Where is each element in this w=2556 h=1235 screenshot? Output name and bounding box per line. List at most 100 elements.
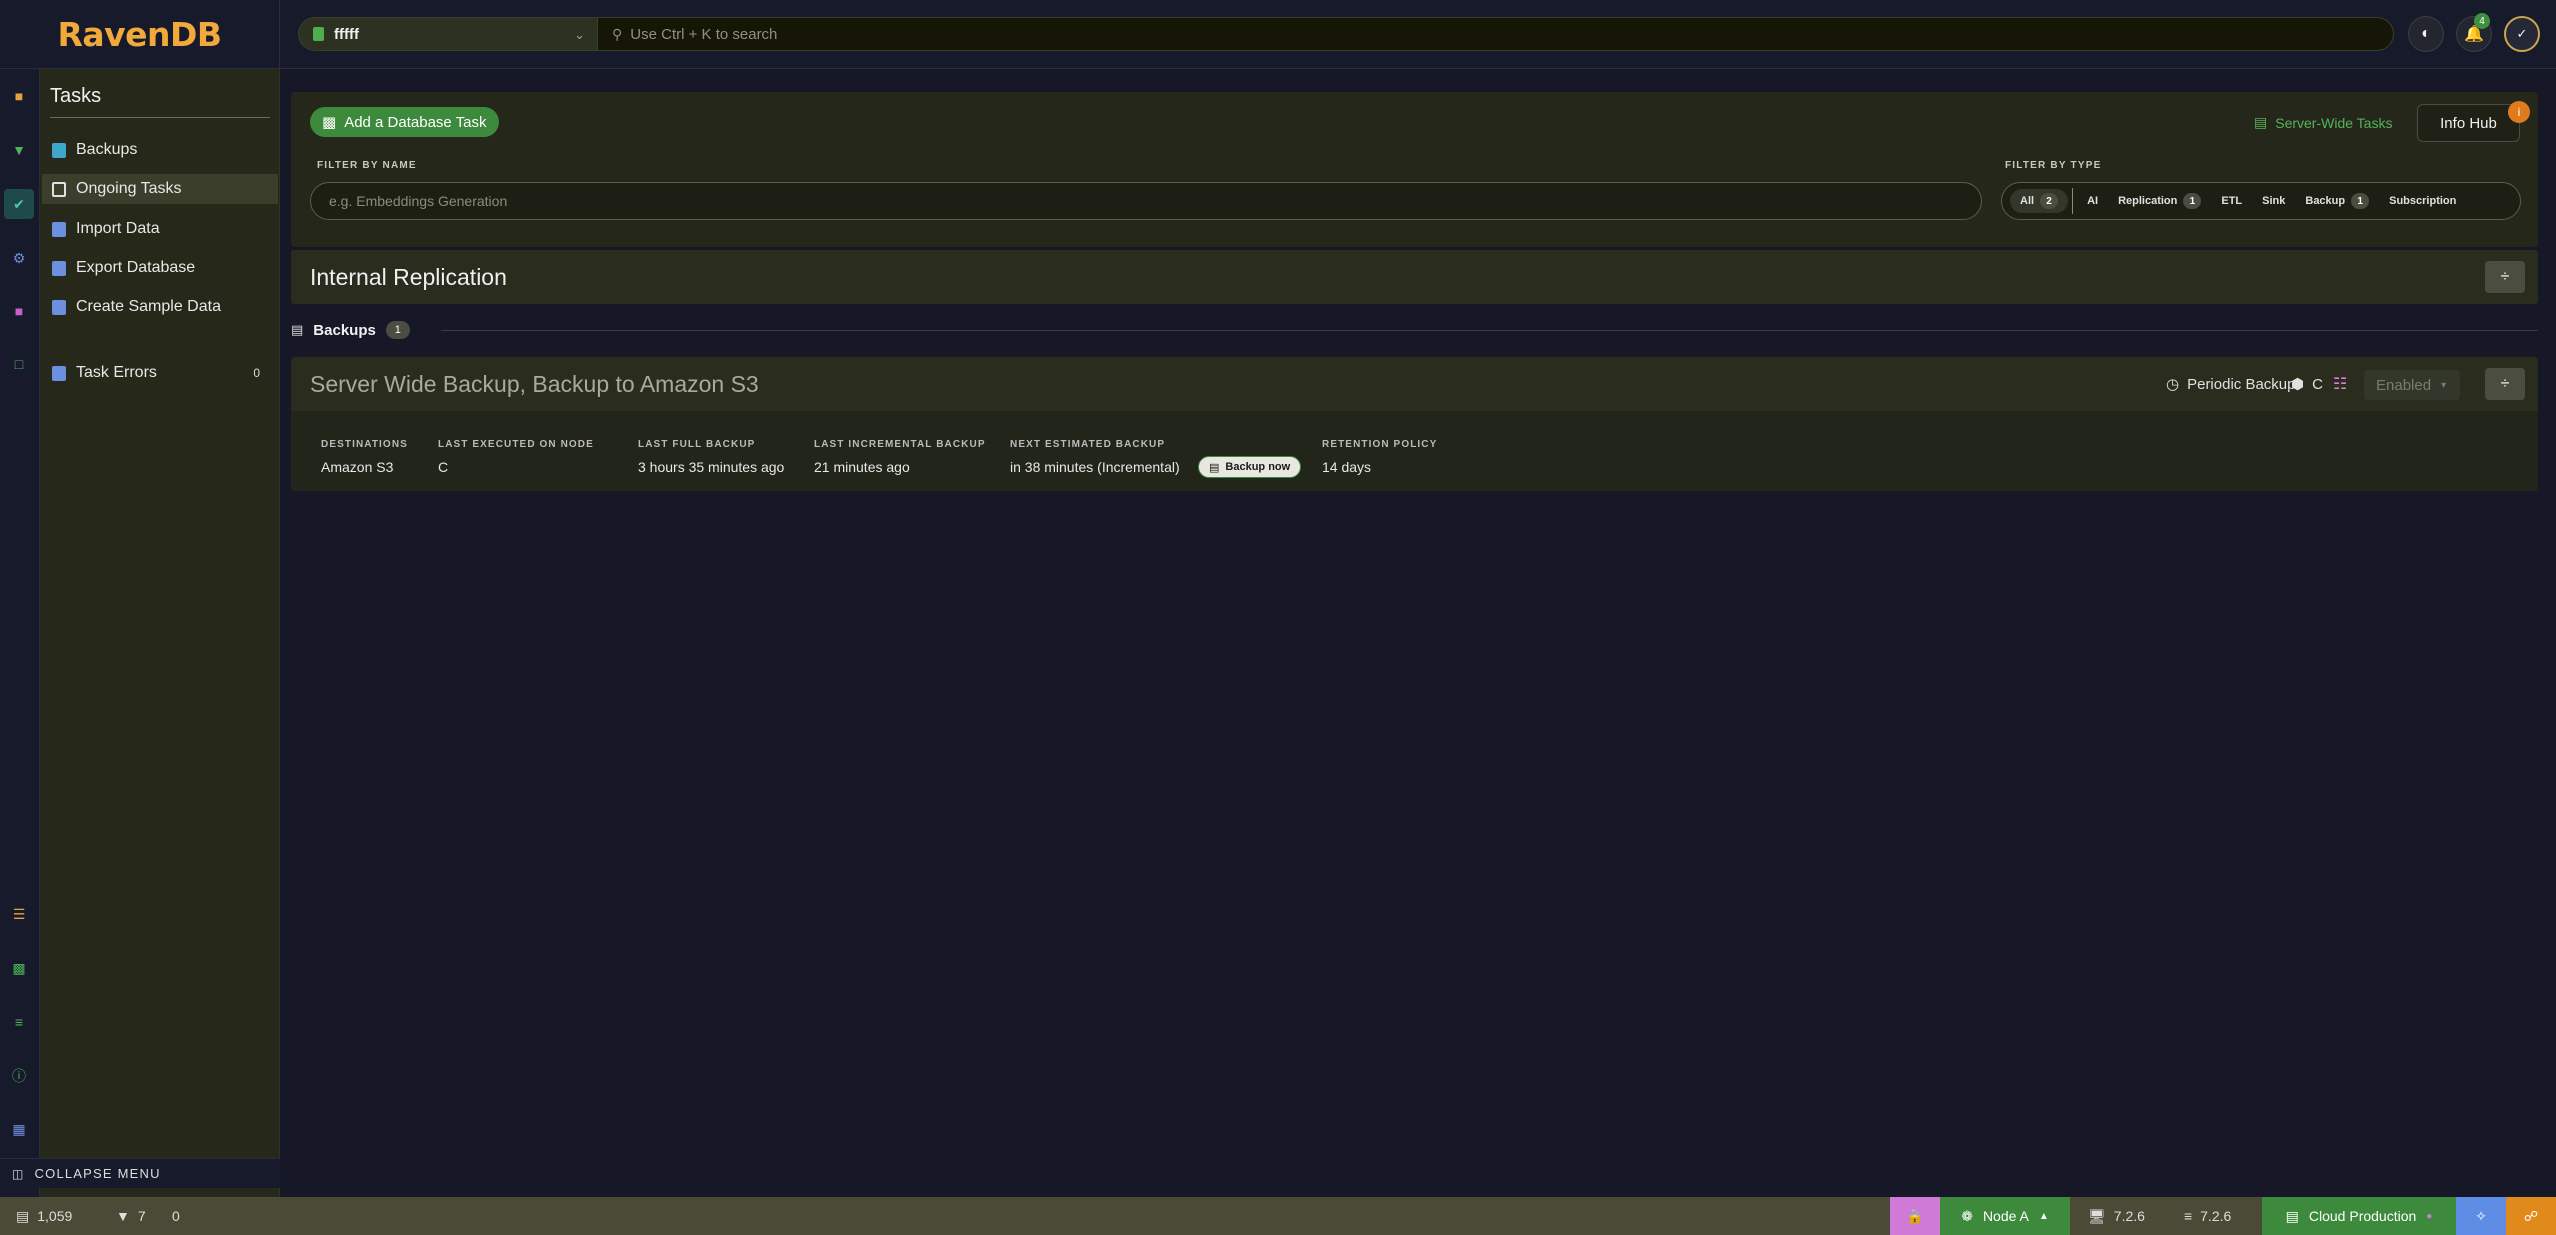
stats-icon[interactable]: ■ [10,302,28,320]
type-filter-subscription[interactable]: Subscription [2379,189,2466,213]
settings-icon[interactable]: ⚙ [10,249,28,267]
documents-icon: ▤ [16,1207,30,1224]
type-label: Subscription [2389,195,2457,207]
task-header: Server Wide Backup, Backup to Amazon S3 … [291,357,2538,411]
expand-collapse-button[interactable]: ÷ [2485,368,2525,400]
shards-icon: ☷ [2333,376,2348,393]
cluster-icon[interactable]: ≡ [10,1013,28,1031]
menu-item-import-data[interactable]: Import Data [42,214,278,244]
last-incremental-value: 21 minutes ago [814,459,910,475]
search-input[interactable] [630,25,2331,43]
server-wide-tasks-link[interactable]: ▤ Server-Wide Tasks [2254,114,2392,131]
server-version[interactable]: ≡ 7.2.6 [2184,1197,2231,1235]
expand-collapse-button[interactable]: ÷ [2485,261,2525,293]
network-button[interactable]: ✧ [2456,1197,2506,1235]
section-divider [441,330,2538,331]
task-errors-count: 0 [253,366,260,380]
menu-item-ongoing-tasks[interactable]: Ongoing Tasks [42,174,278,204]
next-estimated-value: in 38 minutes (Incremental) [1010,459,1180,475]
theme-toggle-button[interactable]: ◐ [2408,16,2444,52]
destinations-value: Amazon S3 [321,459,394,475]
sample-data-icon [52,299,66,315]
type-label: AI [2087,195,2099,207]
environment-label: Cloud Production [2308,1208,2417,1224]
support-button[interactable]: ☍ [2506,1197,2556,1235]
menu-item-label: Create Sample Data [76,298,221,315]
indexes-icon: ▼ [116,1208,130,1224]
task-state-toggle[interactable]: Enabled ▾ [2364,370,2460,400]
info-icon[interactable]: ⓘ [10,1067,28,1085]
indexes-icon[interactable]: ▼ [10,141,28,159]
database-icon [313,27,324,41]
type-label: Sink [2262,195,2286,207]
ravendb-logo[interactable]: RavenDB [0,0,280,69]
filter-name-input[interactable] [329,193,1949,209]
type-filter-backup[interactable]: Backup 1 [2295,189,2379,213]
profile-button[interactable]: ✓ [2504,16,2540,52]
notifications-count-badge: 4 [2474,13,2490,29]
type-filter-ai[interactable]: AI [2077,189,2108,213]
type-filter-group: All 2 AI Replication 1 ETL Sink Backup 1 [2001,182,2521,220]
collapse-menu-label: COLLAPSE MENU [34,1166,161,1181]
type-filter-replication[interactable]: Replication 1 [2108,189,2211,213]
menu-divider [50,117,270,118]
node-selector[interactable]: ❁ Node A ▲ [1940,1197,2070,1235]
errors-count[interactable]: 0 [172,1197,180,1235]
collapse-menu-button[interactable]: ◫ COLLAPSE MENU [0,1158,280,1188]
lock-icon: 🔒 [1906,1207,1924,1224]
storage-icon[interactable]: ☰ [10,905,28,923]
search-icon: ⚲ [612,25,623,42]
chart-icon[interactable]: □ [10,355,28,373]
menu-item-task-errors[interactable]: Task Errors 0 [42,358,278,388]
chevron-down-icon: ▾ [2441,379,2447,391]
next-estimated-label: NEXT ESTIMATED BACKUP [1010,439,1166,450]
indexes-count[interactable]: ▼ 7 [116,1197,146,1235]
type-filter-all[interactable]: All 2 [2010,189,2069,213]
backup-now-button[interactable]: ▤ Backup now [1198,456,1302,478]
info-hub-button[interactable]: Info Hub [2417,104,2520,142]
errors-count-value: 0 [172,1208,180,1224]
backups-section-label: Backups [313,321,376,339]
type-filter-etl[interactable]: ETL [2211,189,2252,213]
filter-panel: ▩ Add a Database Task ▤ Server-Wide Task… [291,92,2538,247]
menu-item-backups[interactable]: Backups [42,135,278,165]
server-icon: ≡ [2184,1208,2193,1224]
filter-by-name-label: FILTER BY NAME [317,160,417,171]
last-full-backup-value: 3 hours 35 minutes ago [638,459,785,475]
info-hub-label: Info Hub [2440,114,2497,132]
task-type-label: Periodic Backup [2187,375,2296,393]
menu-item-create-sample-data[interactable]: Create Sample Data [42,292,278,322]
database-selector[interactable]: fffff ⌄ [298,17,598,51]
migrate-icon[interactable]: ▩ [10,959,28,977]
docs-icon[interactable]: ▦ [10,1120,28,1138]
client-version-value: 7.2.6 [2113,1208,2145,1224]
last-node-value: C [438,459,449,475]
info-hub-badge: i [2508,101,2530,123]
menu-item-label: Task Errors [76,364,157,381]
backups-section-count: 1 [385,321,410,339]
add-database-task-button[interactable]: ▩ Add a Database Task [310,107,499,137]
tasks-icon[interactable]: ✔ [4,189,34,219]
type-label: Replication [2118,195,2178,207]
global-search: ⚲ [598,17,2394,51]
environment-indicator[interactable]: ▤ Cloud Production ● [2262,1197,2456,1235]
documents-count[interactable]: ▤ 1,059 [16,1197,72,1235]
backups-icon [52,142,66,158]
collapse-icon: ÷ [2500,375,2510,392]
task-title[interactable]: Server Wide Backup, Backup to Amazon S3 [310,371,759,398]
client-version[interactable]: 🖥 7.2.6 [2088,1197,2145,1235]
database-icon: ▤ [1209,461,1220,474]
task-state-label: Enabled [2376,376,2432,394]
monitor-icon: 🖥 [2088,1207,2106,1224]
type-count: 2 [2040,193,2059,209]
menu-item-export-database[interactable]: Export Database [42,253,278,283]
indexes-count-value: 7 [137,1208,146,1224]
documents-count-value: 1,059 [37,1208,73,1224]
add-task-label: Add a Database Task [344,113,487,131]
type-filter-sink[interactable]: Sink [2252,189,2295,213]
main-content: ▩ Add a Database Task ▤ Server-Wide Task… [281,70,2556,1197]
documents-icon[interactable]: ■ [10,87,28,105]
lock-button[interactable]: 🔒 [1890,1197,1940,1235]
destinations-label: DESTINATIONS [321,439,408,450]
menu-item-label: Import Data [76,220,160,237]
